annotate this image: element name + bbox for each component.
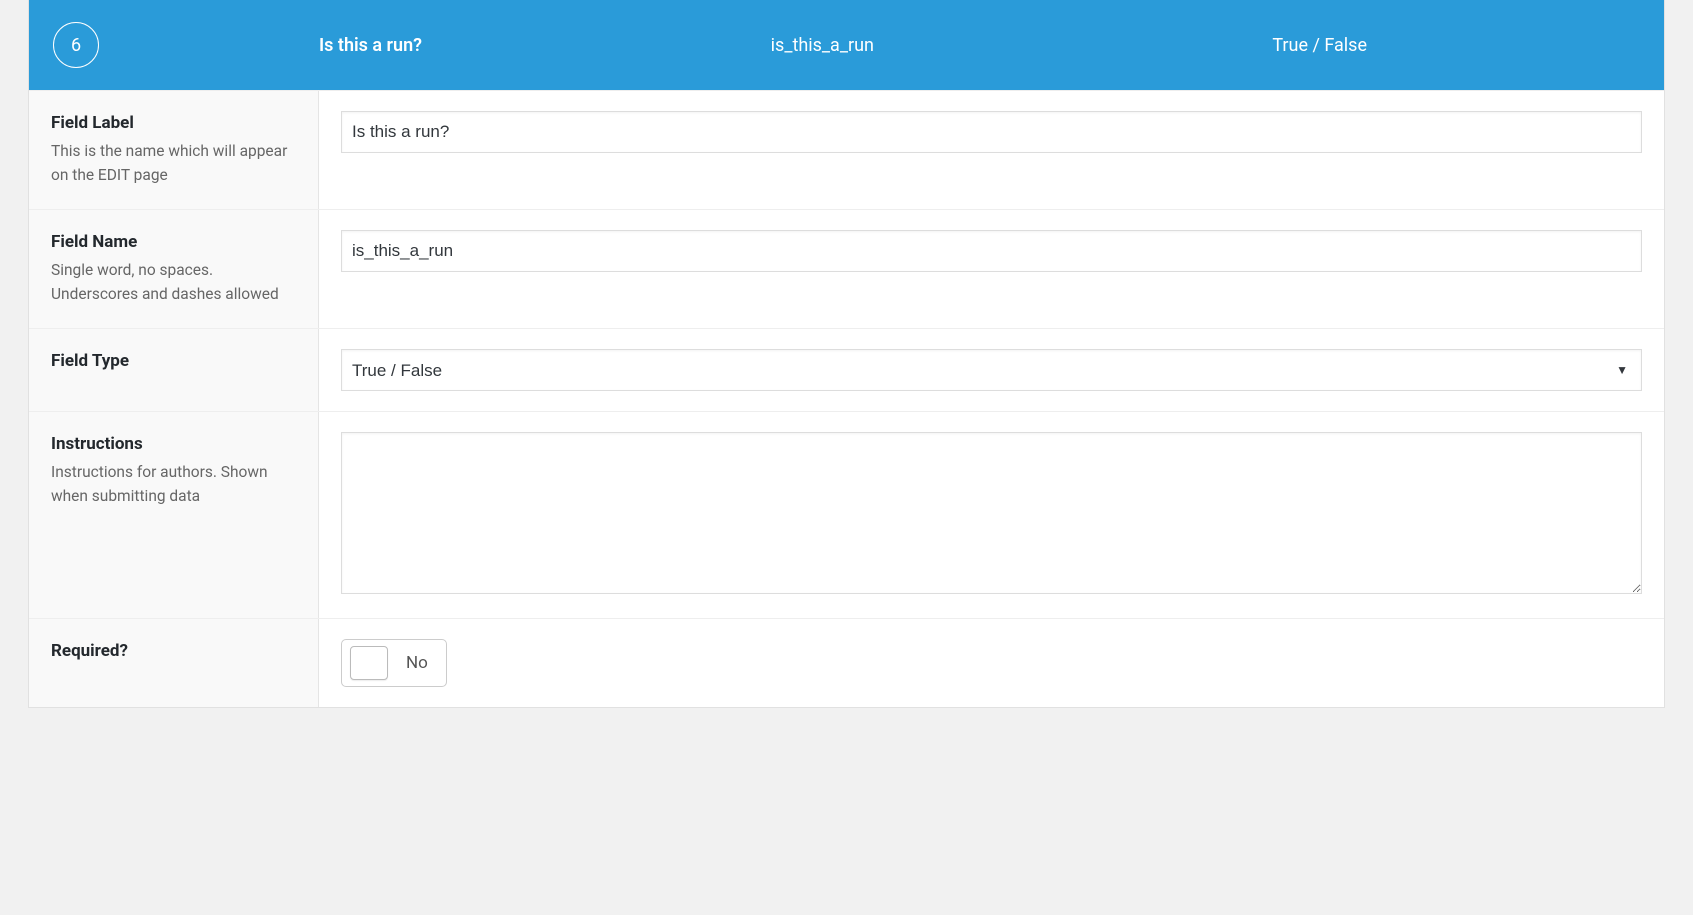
field-order[interactable]: 6 <box>29 22 319 68</box>
instructions-title: Instructions <box>51 434 290 454</box>
row-left: Required? <box>29 619 319 707</box>
field-name-desc: Single word, no spaces. Underscores and … <box>51 258 290 306</box>
row-field-label: Field Label This is the name which will … <box>29 90 1664 209</box>
field-type-select[interactable]: True / False <box>341 349 1642 391</box>
field-settings-panel: 6 Is this a run? is_this_a_run True / Fa… <box>28 0 1665 708</box>
field-label-input[interactable] <box>341 111 1642 153</box>
row-left: Field Label This is the name which will … <box>29 91 319 209</box>
order-number: 6 <box>71 35 81 56</box>
row-right: No <box>319 619 1664 707</box>
row-left: Field Name Single word, no spaces. Under… <box>29 210 319 328</box>
header-label: Is this a run? <box>319 35 711 56</box>
field-name-input[interactable] <box>341 230 1642 272</box>
row-field-name: Field Name Single word, no spaces. Under… <box>29 209 1664 328</box>
required-toggle-label: No <box>406 653 428 673</box>
row-left: Field Type <box>29 329 319 411</box>
field-type-title: Field Type <box>51 351 290 371</box>
instructions-desc: Instructions for authors. Shown when sub… <box>51 460 290 508</box>
order-circle: 6 <box>53 22 99 68</box>
row-right <box>319 210 1664 328</box>
row-right <box>319 91 1664 209</box>
field-label-title: Field Label <box>51 113 290 133</box>
row-field-type: Field Type True / False ▼ <box>29 328 1664 411</box>
field-header[interactable]: 6 Is this a run? is_this_a_run True / Fa… <box>29 0 1664 90</box>
header-name: is_this_a_run <box>711 35 1163 56</box>
instructions-textarea[interactable] <box>341 432 1642 594</box>
row-right <box>319 412 1664 618</box>
toggle-knob <box>350 646 388 680</box>
required-toggle[interactable]: No <box>341 639 447 687</box>
field-name-title: Field Name <box>51 232 290 252</box>
row-left: Instructions Instructions for authors. S… <box>29 412 319 618</box>
header-type: True / False <box>1162 35 1664 56</box>
row-required: Required? No <box>29 618 1664 707</box>
row-right: True / False ▼ <box>319 329 1664 411</box>
field-label-desc: This is the name which will appear on th… <box>51 139 290 187</box>
row-instructions: Instructions Instructions for authors. S… <box>29 411 1664 618</box>
required-title: Required? <box>51 641 290 661</box>
